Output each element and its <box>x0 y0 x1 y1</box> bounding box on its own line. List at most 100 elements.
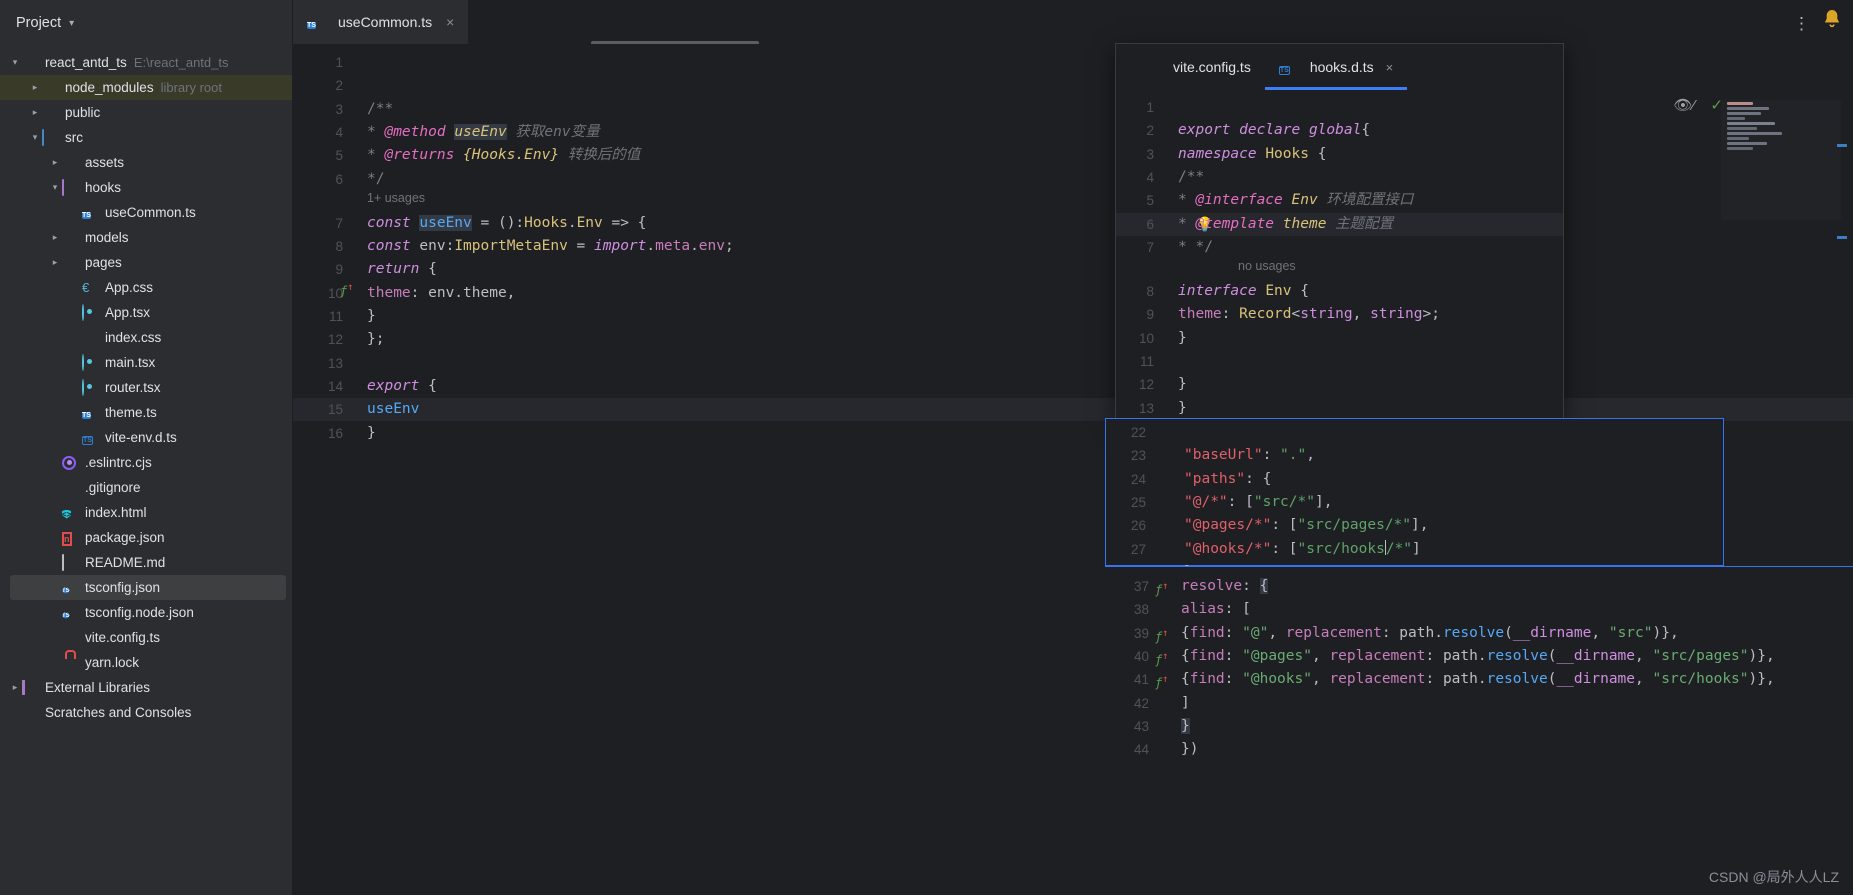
tree-item-vite-env-d-ts[interactable]: ▸TSvite-env.d.ts <box>0 425 292 450</box>
tree-item-index-html[interactable]: ▸<>index.html <box>0 500 292 525</box>
code-line-4[interactable]: 4 * @method useEnv 获取env变量 <box>293 121 1853 144</box>
close-icon[interactable]: × <box>1386 60 1394 75</box>
code-line-25[interactable]: 25 "@/*": ["src/*"], <box>1106 491 1723 514</box>
tab-vite-config-ts[interactable]: vite.config.ts <box>1128 44 1265 90</box>
tree-item-router-tsx[interactable]: ▸router.tsx <box>0 375 292 400</box>
tree-item-index-css[interactable]: ▸index.css <box>0 325 292 350</box>
line-text: }; <box>367 331 385 348</box>
tab-usecommon-ts[interactable]: TS useCommon.ts × <box>293 0 469 44</box>
code-line-13[interactable]: 13 <box>293 352 1853 375</box>
tree-item-src[interactable]: ▾ src <box>0 125 292 150</box>
code-line-5[interactable]: 5 * @returns {Hooks.Env} 转换后的值 <box>293 144 1853 167</box>
tree-item-eslintrc-cjs[interactable]: ▸.eslintrc.cjs <box>0 450 292 475</box>
chevron-right-icon[interactable]: ▸ <box>48 232 62 243</box>
tree-item-assets[interactable]: ▸ assets <box>0 150 292 175</box>
code-line-38[interactable]: 38 alias: [ <box>1105 598 1853 621</box>
tree-item-gitignore[interactable]: ▸.gitignore <box>0 475 292 500</box>
code-line-13[interactable]: 13} <box>1116 397 1563 420</box>
code-line-9[interactable]: 9 theme: Record<string, string>; <box>1116 303 1563 326</box>
code-line-11[interactable]: 11 } <box>293 305 1853 328</box>
code-line-26[interactable]: 26 "@pages/*": ["src/pages/*"], <box>1106 514 1723 537</box>
code-line-3[interactable]: 3 /** <box>293 98 1853 121</box>
code-line-43[interactable]: 43 } <box>1105 715 1853 738</box>
code-line-42[interactable]: 42 ] <box>1105 692 1853 715</box>
tree-item-readme-md[interactable]: ▸README.md <box>0 550 292 575</box>
chevron-down-icon[interactable]: ▾ <box>28 132 42 143</box>
code-line-1[interactable]: 1 <box>293 51 1853 74</box>
code-line-6[interactable]: 6 * @template theme 主题配置 <box>1116 213 1563 236</box>
code-line-5[interactable]: 5 * @interface Env 环境配置接口 <box>1116 189 1563 212</box>
project-tool-window-header[interactable]: Project ▾ <box>0 0 292 46</box>
chevron-down-icon[interactable]: ▾ <box>8 57 22 68</box>
line-number: 2 <box>335 78 343 94</box>
code-line-2[interactable]: 2 export declare global{ <box>1116 119 1563 142</box>
close-icon[interactable]: × <box>446 14 454 30</box>
code-line-2[interactable]: 2 <box>293 74 1853 97</box>
code-line-6[interactable]: 6 */ <box>293 168 1853 191</box>
tree-item-external-libraries[interactable]: ▸ External Libraries <box>0 675 292 700</box>
line-text: ] <box>1181 694 1190 711</box>
code-line-3[interactable]: 3 namespace Hooks { <box>1116 143 1563 166</box>
code-line-14[interactable]: 14 export { <box>293 375 1853 398</box>
tree-item-usecommon-ts[interactable]: ▸TSuseCommon.ts <box>0 200 292 225</box>
chevron-down-icon[interactable]: ▾ <box>69 18 74 29</box>
tree-item-react-antd-ts[interactable]: ▾ react_antd_ts E:\react_antd_ts <box>0 50 292 75</box>
tree-item-main-tsx[interactable]: ▸main.tsx <box>0 350 292 375</box>
tree-item-pages[interactable]: ▸ pages <box>0 250 292 275</box>
more-options-icon[interactable]: ⋮ <box>1793 14 1811 34</box>
chevron-right-icon[interactable]: ▸ <box>28 82 42 93</box>
code-line-12[interactable]: 12}; <box>293 328 1853 351</box>
tsconfig-floating-panel[interactable]: 22 23 "baseUrl": ".", 24 "paths": {25 "@/*… <box>1105 418 1724 580</box>
code-line-23[interactable]: 23 "baseUrl": ".", <box>1106 444 1723 467</box>
hooks-dts-floating-panel[interactable]: vite.config.ts TS hooks.d.ts × 1 2 export … <box>1116 44 1563 420</box>
chevron-right-icon[interactable]: ▸ <box>48 257 62 268</box>
code-line-10[interactable]: 10 } <box>1116 327 1563 350</box>
hide-preview-icon[interactable]: 👁⁄ <box>1673 96 1695 114</box>
tree-item-vite-config-ts[interactable]: ▸vite.config.ts <box>0 625 292 650</box>
tree-item-tsconfig-node-json[interactable]: ▸TStsconfig.node.json <box>0 600 292 625</box>
tree-item-scratches-and-consoles[interactable]: ▸Scratches and Consoles <box>0 700 292 725</box>
code-line-12[interactable]: 12 } <box>1116 373 1563 396</box>
line-number: 3 <box>335 101 343 117</box>
code-line-37[interactable]: 37 ƒ↑ resolve: { <box>1105 575 1853 598</box>
tree-item-models[interactable]: ▸ models <box>0 225 292 250</box>
code-line-40[interactable]: 40 ƒ↑ {find: "@pages", replacement: path.… <box>1105 645 1853 668</box>
tree-item-package-json[interactable]: ▸npackage.json <box>0 525 292 550</box>
code-line-7[interactable]: 7 * */ <box>1116 236 1563 259</box>
code-line-44[interactable]: 44}) <box>1105 738 1853 761</box>
vite-config-panel[interactable]: 37 ƒ↑ resolve: {38 alias: [39 ƒ↑ {find: "@… <box>1105 566 1853 895</box>
code-line-4[interactable]: 4 /** <box>1116 166 1563 189</box>
fx-gutter-icon-line10[interactable]: ƒ↑ <box>340 282 353 298</box>
tree-item-label: models <box>85 230 129 245</box>
tree-item-app-tsx[interactable]: ▸App.tsx <box>0 300 292 325</box>
code-line-9[interactable]: 9 return { <box>293 258 1853 281</box>
code-line-41[interactable]: 41 ƒ↑ {find: "@hooks", replacement: path.… <box>1105 668 1853 691</box>
chevron-right-icon[interactable]: ▸ <box>8 682 22 693</box>
code-line-8[interactable]: 8 const env:ImportMetaEnv = import.meta.… <box>293 235 1853 258</box>
inline-usages-hint[interactable]: no usages <box>1238 259 1296 273</box>
inline-usages-hint[interactable]: 1+ usages <box>367 191 425 205</box>
code-line-27[interactable]: 27 "@hooks/*": ["src/hooks/*"] <box>1106 538 1723 561</box>
chevron-down-icon[interactable]: ▾ <box>48 182 62 193</box>
tree-item-tsconfig-json[interactable]: ▸TStsconfig.json <box>10 575 286 600</box>
code-line-10[interactable]: 10 theme: env.theme, <box>293 282 1853 305</box>
chevron-right-icon[interactable]: ▸ <box>28 107 42 118</box>
code-line-11[interactable]: 11 <box>1116 350 1563 373</box>
code-line-7[interactable]: 7 const useEnv = ():Hooks.Env => { <box>293 212 1853 235</box>
code-line-22[interactable]: 22 <box>1106 421 1723 444</box>
code-line-8[interactable]: 8 interface Env { <box>1116 280 1563 303</box>
tree-item-public[interactable]: ▸ public <box>0 100 292 125</box>
tree-item-node-modules[interactable]: ▸ node_modules library root <box>0 75 292 100</box>
tree-item-hooks[interactable]: ▾ hooks <box>0 175 292 200</box>
tree-item-app-css[interactable]: ▸€App.css <box>0 275 292 300</box>
project-file-tree[interactable]: ▾ react_antd_ts E:\react_antd_ts ▸ node_modu… <box>0 46 292 725</box>
chevron-right-icon[interactable]: ▸ <box>48 157 62 168</box>
code-line-24[interactable]: 24 "paths": { <box>1106 468 1723 491</box>
code-line-39[interactable]: 39 ƒ↑ {find: "@", replacement: path.resol… <box>1105 622 1853 645</box>
tab-hooks-d-ts[interactable]: TS hooks.d.ts × <box>1264 44 1408 90</box>
notifications-bell-icon[interactable] <box>1821 8 1843 30</box>
code-line-1[interactable]: 1 <box>1116 96 1563 119</box>
editor-minimap[interactable] <box>1721 100 1841 220</box>
tree-item-yarn-lock[interactable]: ▸yarn.lock <box>0 650 292 675</box>
tree-item-theme-ts[interactable]: ▸TStheme.ts <box>0 400 292 425</box>
